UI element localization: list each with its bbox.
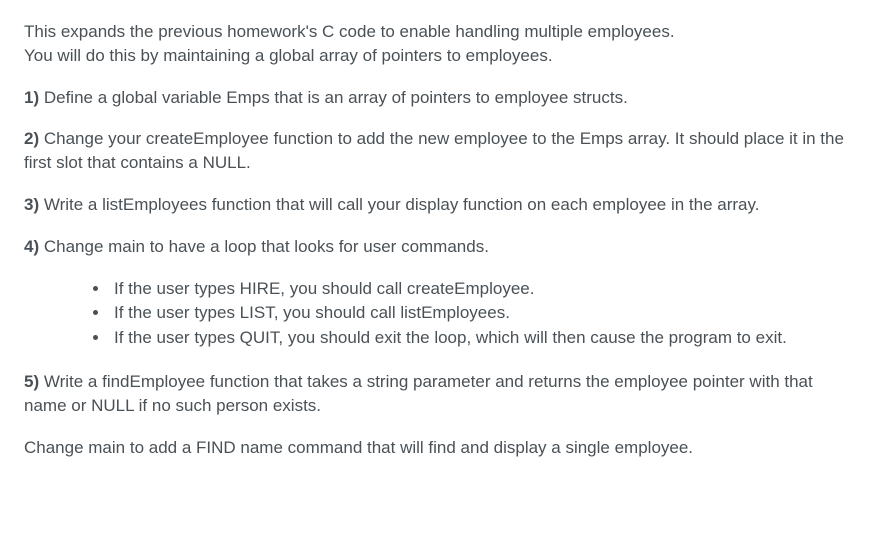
step-4: 4) Change main to have a loop that looks…	[24, 235, 856, 259]
intro-paragraph: This expands the previous homework's C c…	[24, 20, 856, 68]
step-5: 5) Write a findEmployee function that ta…	[24, 370, 856, 418]
step-2: 2) Change your createEmployee function t…	[24, 127, 856, 175]
bullet-quit: If the user types QUIT, you should exit …	[110, 326, 856, 350]
bullet-hire: If the user types HIRE, you should call …	[110, 277, 856, 301]
step-3: 3) Write a listEmployees function that w…	[24, 193, 856, 217]
bullet-quit-text: If the user types QUIT, you should exit …	[114, 328, 787, 347]
closing-paragraph: Change main to add a FIND name command t…	[24, 436, 856, 460]
step-1-number: 1)	[24, 88, 39, 107]
step-1-text: Define a global variable Emps that is an…	[39, 88, 628, 107]
step-4-text: Change main to have a loop that looks fo…	[39, 237, 489, 256]
bullet-list-text: If the user types LIST, you should call …	[114, 303, 510, 322]
step-5-text: Write a findEmployee function that takes…	[24, 372, 813, 415]
step-2-text: Change your createEmployee function to a…	[24, 129, 844, 172]
step-2-number: 2)	[24, 129, 39, 148]
step-3-text: Write a listEmployees function that will…	[39, 195, 759, 214]
step-5-number: 5)	[24, 372, 39, 391]
step-3-number: 3)	[24, 195, 39, 214]
step-4-number: 4)	[24, 237, 39, 256]
bullet-hire-text: If the user types HIRE, you should call …	[114, 279, 534, 298]
intro-line-2: You will do this by maintaining a global…	[24, 46, 553, 65]
step-1: 1) Define a global variable Emps that is…	[24, 86, 856, 110]
bullet-list: If the user types LIST, you should call …	[110, 301, 856, 325]
command-bullet-list: If the user types HIRE, you should call …	[110, 277, 856, 350]
closing-text: Change main to add a FIND name command t…	[24, 438, 693, 457]
intro-line-1: This expands the previous homework's C c…	[24, 22, 675, 41]
